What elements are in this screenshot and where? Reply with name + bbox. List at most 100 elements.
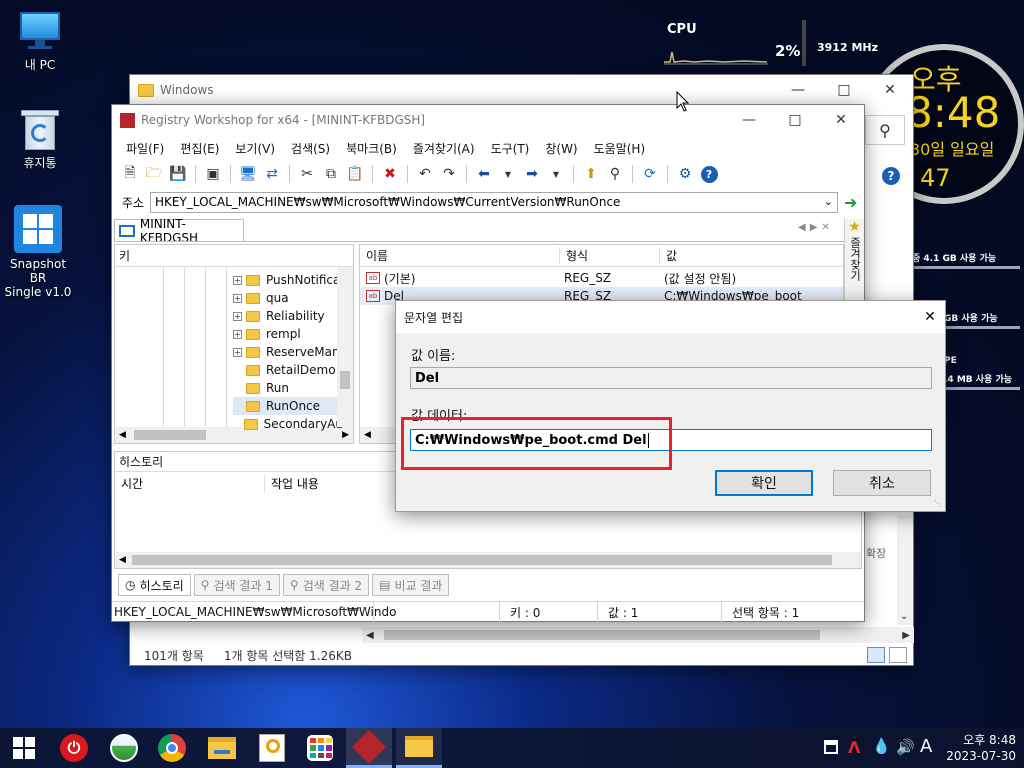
save-icon[interactable]: 💾 (168, 164, 188, 184)
tab-history[interactable]: ◷ 히스토리 (118, 574, 191, 596)
explorer-horizontal-scrollbar[interactable]: ◀ ▶ (362, 627, 914, 643)
menu-view[interactable]: 보기(V) (227, 140, 283, 157)
menu-tools[interactable]: 도구(T) (483, 140, 538, 157)
tree-item[interactable]: + PushNotificat (233, 271, 345, 289)
cut-icon[interactable]: ✂ (297, 164, 317, 184)
scroll-left-arrow-icon[interactable]: ◀ (362, 630, 378, 641)
minimize-button[interactable]: — (775, 75, 821, 105)
history-col-action[interactable]: 작업 내용 (265, 475, 319, 492)
tree-item[interactable]: + Reliability (233, 307, 343, 325)
desktop-icon-recycle-bin[interactable]: 휴지통 (2, 108, 78, 170)
tree-item[interactable]: RetailDemo (233, 361, 343, 379)
menu-file[interactable]: 파일(F) (118, 140, 172, 157)
explorer-vertical-scrollbar[interactable] (897, 515, 913, 625)
redo-icon[interactable]: ↷ (439, 164, 459, 184)
clock-date: 2023-07-30 (946, 749, 1016, 763)
address-input[interactable]: HKEY_LOCAL_MACHINE₩sw₩Microsoft₩Windows₩… (150, 191, 838, 213)
tab-compare-result[interactable]: ▤ 비교 결과 (372, 574, 450, 596)
computer-tab[interactable]: MININT-KFBDGSH (114, 217, 244, 245)
menu-help[interactable]: 도움말(H) (586, 140, 654, 157)
taskbar-app-grid[interactable] (304, 732, 336, 764)
maximize-button[interactable]: □ (772, 105, 818, 135)
copy-icon[interactable]: ⧉ (321, 164, 341, 184)
delete-icon[interactable]: ✖ (380, 164, 400, 184)
close-button[interactable]: ✕ (818, 105, 864, 135)
scroll-left-arrow-icon[interactable]: ◀ (115, 555, 130, 565)
tab-search-result-1[interactable]: ⚲ 검색 결과 1 (193, 574, 280, 596)
tree-vertical-scrollbar[interactable] (337, 267, 353, 427)
settings-icon[interactable]: ⚙ (675, 164, 695, 184)
tab-nav-arrows[interactable]: ◀▶✕ (798, 222, 834, 233)
tree-item[interactable]: Run (233, 379, 343, 397)
tree-item[interactable]: SecondaryAu (233, 415, 343, 433)
tab-search-result-2[interactable]: ⚲ 검색 결과 2 (282, 574, 370, 596)
tree-item-selected[interactable]: RunOnce (233, 397, 343, 415)
open-file-icon[interactable]: 🗁 (144, 164, 164, 184)
column-name[interactable]: 이름 (360, 247, 560, 264)
desktop-icon-snapshot-br[interactable]: Snapshot BR Single v1.0 (0, 205, 76, 299)
history-horizontal-scrollbar[interactable]: ◀ (115, 552, 861, 568)
search-box[interactable]: ⚲ (865, 115, 905, 145)
app-tray-icon[interactable]: Λ (848, 738, 860, 757)
forward-dropdown-icon[interactable]: ▼ (546, 164, 566, 184)
cancel-button[interactable]: 취소 (833, 470, 931, 496)
tiles-view-icon[interactable] (889, 647, 907, 663)
taskbar-registry-workshop[interactable] (346, 728, 392, 768)
paste-icon[interactable]: 📋 (345, 164, 365, 184)
volume-icon[interactable]: 🔊 (896, 738, 915, 756)
forward-icon[interactable]: ➡ (522, 164, 542, 184)
menu-favorites[interactable]: 즐겨찾기(A) (405, 140, 483, 157)
taskbar-explorer-window[interactable] (396, 728, 442, 768)
power-button[interactable]: ⏻ (58, 732, 90, 764)
tree-item[interactable]: + rempl (233, 325, 343, 343)
minimize-button[interactable]: — (726, 105, 772, 135)
close-button[interactable]: ✕ (915, 309, 945, 325)
help-icon[interactable]: ? (699, 164, 719, 184)
scroll-down-arrow-icon[interactable]: ⌄ (900, 611, 908, 622)
value-name-field[interactable]: Del (410, 367, 932, 389)
value-row[interactable]: ab (기본) REG_SZ (값 설정 안됨) (360, 269, 843, 287)
new-file-icon[interactable]: 🗎 (120, 164, 140, 184)
scroll-left-arrow-icon[interactable]: ◀ (360, 430, 375, 440)
close-button[interactable]: ✕ (867, 75, 913, 105)
taskbar-chrome[interactable] (156, 732, 188, 764)
undo-icon[interactable]: ↶ (415, 164, 435, 184)
up-level-icon[interactable]: ⬆ (581, 164, 601, 184)
start-button[interactable] (8, 732, 40, 764)
scroll-left-arrow-icon[interactable]: ◀ (115, 430, 130, 440)
back-dropdown-icon[interactable]: ▼ (498, 164, 518, 184)
taskbar-search-app[interactable] (256, 732, 288, 764)
history-col-time[interactable]: 시간 (115, 474, 265, 492)
back-icon[interactable]: ⬅ (474, 164, 494, 184)
go-arrow-icon[interactable]: ➜ (844, 193, 857, 212)
scroll-right-arrow-icon[interactable]: ▶ (898, 630, 914, 641)
find-icon[interactable]: ⚲ (605, 164, 625, 184)
taskbar-clock[interactable]: 오후 8:48 2023-07-30 (944, 732, 1016, 764)
edit-string-dialog[interactable]: 문자열 편집 ✕ 값 이름: Del 값 데이터: C:₩Windows₩pe_… (395, 300, 946, 512)
menu-search[interactable]: 검색(S) (283, 140, 338, 157)
maximize-button[interactable]: □ (821, 75, 867, 105)
remote-connect-icon[interactable]: ⇄ (262, 164, 282, 184)
ime-indicator[interactable]: A (920, 736, 932, 757)
refresh-icon[interactable]: ⟳ (640, 164, 660, 184)
column-type[interactable]: 형식 (560, 247, 660, 264)
ok-button[interactable]: 확인 (715, 470, 813, 496)
chevron-down-icon[interactable]: ⌄ (824, 195, 833, 208)
desktop-icon-this-pc[interactable]: 내 PC (2, 10, 78, 72)
help-icon[interactable]: ? (882, 167, 900, 185)
snapshot-icon[interactable]: ▣ (203, 164, 223, 184)
taskbar-file-explorer[interactable] (206, 732, 238, 764)
menu-edit[interactable]: 편집(E) (172, 140, 227, 157)
resize-grip[interactable]: ⋱ (934, 499, 942, 508)
tree-item[interactable]: + qua (233, 289, 343, 307)
water-drop-icon[interactable]: 💧 (872, 737, 891, 755)
menu-bookmark[interactable]: 북마크(B) (338, 140, 405, 157)
network-icon[interactable] (824, 740, 838, 754)
tree-item[interactable]: + ReserveMana (233, 343, 347, 361)
search-app-icon (259, 734, 285, 762)
menu-window[interactable]: 창(W) (537, 140, 585, 157)
column-value[interactable]: 값 (660, 247, 843, 264)
taskbar-photos[interactable] (108, 732, 140, 764)
local-computer-icon[interactable]: 🖥 (238, 164, 258, 184)
details-view-icon[interactable] (867, 647, 885, 663)
